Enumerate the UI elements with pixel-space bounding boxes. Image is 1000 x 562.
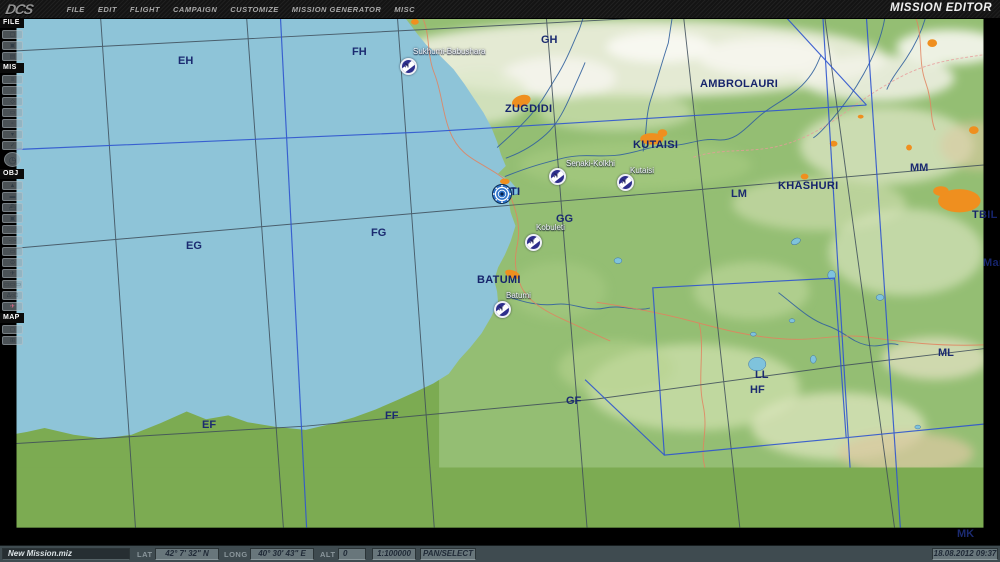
- menu-item-file[interactable]: FILE: [67, 5, 85, 14]
- map-tool-2-button[interactable]: ⊞: [2, 336, 23, 345]
- obj-tool-3-button[interactable]: ⛴: [2, 203, 23, 212]
- airport-icon-kobuleti[interactable]: [524, 233, 542, 251]
- alt-value-field: 0: [338, 548, 366, 560]
- obj-tool-5-icon: ◌◌◌: [7, 226, 18, 233]
- obj-tool-7-icon: ▭: [9, 248, 16, 255]
- menu-items: FILE EDIT FLIGHT CAMPAIGN CUSTOMIZE MISSION G…: [67, 5, 415, 14]
- mis-clock-button[interactable]: ◷: [4, 152, 21, 167]
- obj-tool-8-button[interactable]: ⊙: [2, 258, 23, 267]
- sidebar-section-mis: MIS: [0, 63, 24, 73]
- file-open-button[interactable]: ▣: [2, 41, 23, 50]
- airport-icon-sukhumi-babushara[interactable]: [399, 57, 417, 75]
- mis-tool-6-button[interactable]: ▾: [2, 130, 23, 139]
- mis-tool-5-button[interactable]: ▫: [2, 119, 23, 128]
- sidebar-section-obj: OBJ: [0, 169, 24, 179]
- menu-bar: DCS FILE EDIT FLIGHT CAMPAIGN CUSTOMIZE MISSI…: [0, 0, 1000, 19]
- mis-tool-3-button[interactable]: ◇: [2, 97, 23, 106]
- alt-label: ALT: [320, 550, 336, 559]
- obj-tool-9-button[interactable]: ✈: [2, 269, 23, 278]
- mis-tool-4-button[interactable]: ▭: [2, 108, 23, 117]
- mis-tool-1-button[interactable]: ≡: [2, 75, 23, 84]
- airport-icon-kutaisi[interactable]: [616, 173, 634, 191]
- mission-editor-title: MISSION EDITOR: [890, 2, 992, 14]
- obj-tool-5-button[interactable]: ◌◌◌: [2, 225, 23, 234]
- obj-tool-2-button[interactable]: ▬: [2, 192, 23, 201]
- mis-clock-icon: ◷: [8, 154, 17, 165]
- map-tool-1-button[interactable]: ◻: [2, 325, 23, 334]
- obj-tool-2-icon: ▬: [9, 193, 16, 200]
- file-new-icon: ▢: [9, 31, 16, 38]
- mis-tool-7-icon: ✓: [9, 142, 16, 149]
- obj-tool-4-button[interactable]: ▣: [2, 214, 23, 223]
- black-sea: [16, 18, 517, 439]
- map-tool-1-icon: ◻: [10, 326, 15, 333]
- file-save-button[interactable]: ▤: [2, 52, 23, 61]
- lat-value-field: 42° 7' 32" N: [155, 548, 219, 560]
- sidebar-section-file: FILE: [0, 18, 24, 28]
- obj-tool-8-icon: ⊙: [9, 259, 16, 266]
- mode-field[interactable]: PAN/SELECT: [420, 548, 476, 560]
- mis-tool-3-icon: ◇: [10, 98, 15, 105]
- mis-tool-7-button[interactable]: ✓: [2, 141, 23, 150]
- obj-tool-1-button[interactable]: ▲: [2, 181, 23, 190]
- obj-template-button[interactable]: Δ○□: [2, 291, 23, 300]
- mis-tool-1-icon: ≡: [10, 76, 15, 83]
- map-terrain: [16, 18, 984, 528]
- map-canvas[interactable]: EH FH GH EG FG GG EF FF GF HF LL LM MM ML MK ZUGDIDI KU…: [0, 18, 1000, 545]
- obj-template-icon: Δ○□: [6, 292, 19, 299]
- mis-tool-2-button[interactable]: ◌: [2, 86, 23, 95]
- obj-tool-3-icon: ⛴: [8, 204, 17, 211]
- menu-item-campaign[interactable]: CAMPAIGN: [173, 5, 217, 14]
- sidebar-section-map: MAP: [0, 313, 24, 323]
- file-new-button[interactable]: ▢: [2, 30, 23, 39]
- obj-tool-10-icon: ▭▭▭: [3, 281, 21, 288]
- obj-tool-1-icon: ▲: [9, 182, 16, 189]
- lat-label: LAT: [137, 550, 153, 559]
- mis-tool-2-icon: ◌: [10, 87, 15, 94]
- menu-item-edit[interactable]: EDIT: [98, 5, 117, 14]
- mis-tool-6-icon: ▾: [10, 131, 14, 138]
- dcs-logo: DCS: [4, 0, 35, 17]
- airport-icon-senaki-kolkhi[interactable]: [548, 167, 566, 185]
- obj-tool-4-icon: ▣: [9, 215, 16, 222]
- obj-pink-icon: ✈: [9, 303, 16, 310]
- menu-item-misc[interactable]: MISC: [394, 5, 415, 14]
- obj-tool-10-button[interactable]: ▭▭▭: [2, 280, 23, 289]
- mis-tool-5-icon: ▫: [11, 120, 14, 127]
- obj-tool-6-button[interactable]: -◌-: [2, 236, 23, 245]
- obj-pink-button[interactable]: ✈: [2, 302, 23, 311]
- menu-item-customize[interactable]: CUSTOMIZE: [230, 5, 279, 14]
- file-open-icon: ▣: [9, 42, 16, 49]
- obj-tool-6-icon: -◌-: [8, 237, 17, 244]
- status-bar: New Mission.miz LAT 42° 7' 32" N LONG 40…: [0, 545, 1000, 562]
- menu-item-mission-generator[interactable]: MISSION GENERATOR: [292, 5, 381, 14]
- file-save-icon: ▤: [9, 53, 16, 60]
- map-tool-2-icon: ⊞: [9, 337, 16, 344]
- menu-item-flight[interactable]: FLIGHT: [130, 5, 160, 14]
- map-scale-field[interactable]: 1:100000: [372, 548, 416, 560]
- selected-airport-icon-poti[interactable]: [491, 183, 513, 205]
- datetime-field: 18.08.2012 09:37: [932, 548, 998, 560]
- mission-name-field: New Mission.miz: [2, 548, 130, 560]
- obj-tool-9-icon: ✈: [9, 270, 16, 277]
- obj-tool-7-button[interactable]: ▭: [2, 247, 23, 256]
- long-value-field: 40° 30' 43" E: [250, 548, 314, 560]
- airport-icon-batumi[interactable]: [493, 300, 511, 318]
- long-label: LONG: [224, 550, 248, 559]
- mis-tool-4-icon: ▭: [9, 109, 16, 116]
- sidebar: FILE ▢ ▣ ▤ MIS ≡ ◌ ◇ ▭ ▫ ▾ ✓ ◷ OBJ ▲ ▬ ⛴ ▣ ◌◌◌ -◌- ▭ ⊙ ✈ ▭▭▭ Δ○□…: [0, 18, 26, 347]
